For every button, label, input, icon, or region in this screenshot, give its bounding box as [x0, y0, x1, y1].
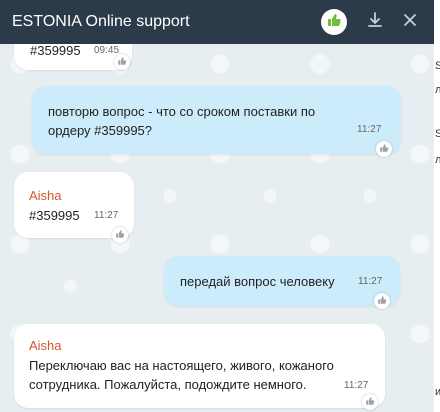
edge-text: л — [435, 154, 440, 166]
like-button[interactable] — [321, 9, 347, 35]
edge-text: S — [435, 60, 440, 72]
rate-message-button[interactable] — [362, 394, 378, 410]
thumbs-up-icon — [379, 140, 389, 158]
chat-title: ESTONIA Online support — [12, 13, 190, 30]
rate-message-button[interactable] — [374, 293, 390, 309]
sender-name: Aisha — [29, 188, 62, 203]
message-bubble-user: передай вопрос человеку 11:27 — [164, 256, 400, 309]
message-bubble-operator: Aisha Переключаю вас на настоящего, живо… — [14, 324, 385, 410]
download-button[interactable] — [364, 11, 386, 33]
thumbs-up-icon — [365, 393, 375, 411]
message-text: передай вопрос человеку — [180, 274, 335, 289]
message-text: Переключаю вас на настоящего, живого, ко… — [29, 358, 334, 392]
message-time: 11:27 — [357, 124, 382, 135]
message-time: 11:27 — [358, 276, 383, 287]
edge-text: S — [435, 128, 440, 140]
chat-header: ESTONIA Online support — [0, 0, 434, 44]
close-button[interactable] — [399, 11, 421, 33]
edge-text: л — [435, 84, 440, 96]
message-time: 11:27 — [94, 210, 119, 221]
support-chat-widget: ESTONIA Online support #359995 09:45 пов… — [0, 0, 434, 412]
message-bubble-operator: Aisha #359995 11:27 — [14, 172, 134, 243]
chat-messages-area[interactable]: #359995 09:45 повторю вопрос - что со ср… — [0, 14, 434, 412]
thumbs-up-icon — [326, 12, 342, 33]
thumbs-up-icon — [117, 53, 127, 71]
rate-message-button[interactable] — [114, 54, 130, 70]
sender-name: Aisha — [29, 338, 62, 353]
message-text: повторю вопрос - что со сроком поставки … — [48, 104, 316, 138]
background-page-edge: S л S л и — [434, 0, 440, 412]
rate-message-button[interactable] — [112, 227, 128, 243]
edge-text: и — [435, 386, 440, 398]
message-text: #359995 — [29, 208, 80, 223]
thumbs-up-icon — [377, 292, 387, 310]
message-time: 11:27 — [344, 380, 369, 391]
message-time: 09:45 — [94, 45, 120, 56]
close-icon — [402, 12, 418, 33]
rate-message-button[interactable] — [376, 141, 392, 157]
download-icon — [366, 11, 384, 34]
message-bubble-user: повторю вопрос - что со сроком поставки … — [32, 86, 401, 157]
thumbs-up-icon — [115, 226, 125, 244]
